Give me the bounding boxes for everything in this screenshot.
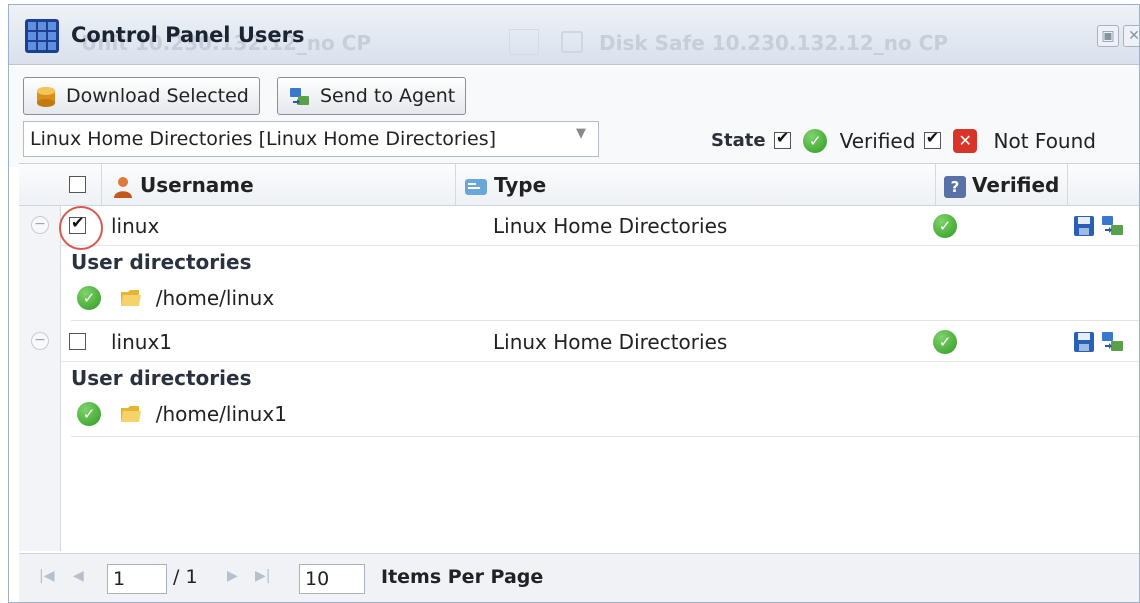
not-found-filter-label: Not Found <box>993 128 1096 153</box>
verified-check-icon: ✓ <box>933 214 957 238</box>
folder-icon <box>121 289 142 306</box>
title-bar: Unit 10.230.132.12_no CP Disk Safe 10.23… <box>9 5 1139 65</box>
items-per-page-input[interactable]: 10 <box>299 564 365 594</box>
database-icon <box>37 87 55 107</box>
window-title: Control Panel Users <box>71 23 305 47</box>
directory-item: ✓ /home/linux1 <box>77 400 287 430</box>
control-panel-type-value: Linux Home Directories [Linux Home Direc… <box>30 128 497 150</box>
row-username: linux1 <box>111 330 173 354</box>
directory-path: /home/linux <box>155 285 275 310</box>
row-username: linux <box>111 214 160 238</box>
verified-filter-label: Verified <box>839 128 916 153</box>
row-type: Linux Home Directories <box>493 214 728 238</box>
column-username-label: Username <box>140 173 254 197</box>
state-label: State <box>711 130 766 151</box>
control-panel-users-window: Unit 10.230.132.12_no CP Disk Safe 10.23… <box>8 4 1140 603</box>
chevron-down-icon[interactable]: ▼ <box>576 126 586 141</box>
folder-icon <box>121 405 142 422</box>
row-collapse-button[interactable]: − <box>31 332 49 350</box>
column-actions <box>1067 164 1139 206</box>
save-icon[interactable] <box>1073 215 1095 237</box>
row-collapse-button[interactable]: − <box>31 216 49 234</box>
control-panel-type-select[interactable]: Linux Home Directories [Linux Home Direc… <box>23 121 599 157</box>
check-icon: ✓ <box>77 401 101 426</box>
pagination-bar: |◀ ◀ 1 / 1 ▶ ▶| 10 Items Per Page <box>19 553 1139 602</box>
grid-app-icon <box>25 19 59 53</box>
previous-page-icon[interactable]: ◀ <box>73 568 84 584</box>
background-disk-icon <box>561 31 583 53</box>
row-type: Linux Home Directories <box>493 330 728 354</box>
verified-filter-checkbox[interactable] <box>773 128 791 149</box>
detail-title: User directories <box>71 250 252 274</box>
select-all-checkbox[interactable] <box>69 176 86 193</box>
close-button[interactable]: ✕ <box>1123 25 1139 47</box>
items-per-page-label: Items Per Page <box>381 566 544 588</box>
state-legend: State ✓ Verified ✕ Not Found <box>711 127 1096 155</box>
row-divider <box>71 436 1139 437</box>
not-found-filter-checkbox[interactable] <box>923 128 941 149</box>
background-combo <box>509 29 539 55</box>
page-total: / 1 <box>173 566 198 588</box>
column-type-label: Type <box>494 173 547 197</box>
column-verified[interactable]: ? Verified <box>935 164 1067 206</box>
column-type[interactable]: Type <box>455 164 935 206</box>
first-page-icon[interactable]: |◀ <box>39 568 54 584</box>
error-icon: ✕ <box>953 128 978 153</box>
send-icon[interactable] <box>1101 215 1125 237</box>
download-selected-label: Download Selected <box>66 85 249 107</box>
row-checkbox[interactable] <box>69 333 86 350</box>
last-page-icon[interactable]: ▶| <box>255 568 270 584</box>
maximize-button[interactable]: ▣ <box>1097 25 1119 47</box>
check-icon: ✓ <box>803 128 828 153</box>
next-page-icon[interactable]: ▶ <box>227 568 238 584</box>
type-icon <box>465 178 487 195</box>
background-disksafe-text: Disk Safe 10.230.132.12_no CP <box>599 31 948 55</box>
save-icon[interactable] <box>1073 331 1095 353</box>
agent-icon <box>290 88 309 105</box>
grid-header: Username Type ? Verified <box>19 164 1139 206</box>
send-to-agent-button[interactable]: Send to Agent <box>277 77 467 115</box>
download-selected-button[interactable]: Download Selected <box>23 77 260 115</box>
directory-path: /home/linux1 <box>155 401 287 426</box>
users-grid: Username Type ? Verified − linux Linux Ho… <box>19 163 1139 551</box>
column-verified-label: Verified <box>972 173 1060 197</box>
question-icon: ? <box>944 175 966 198</box>
table-row[interactable]: linux1 Linux Home Directories ✓ <box>61 322 1139 362</box>
toolbar: Download Selected Send to Agent Linux Ho… <box>9 67 1139 167</box>
highlight-circle <box>59 206 103 250</box>
row-divider <box>71 320 1139 321</box>
check-icon: ✓ <box>77 285 101 310</box>
page-number-input[interactable]: 1 <box>107 564 167 594</box>
table-row[interactable]: linux Linux Home Directories ✓ <box>61 206 1139 246</box>
send-icon[interactable] <box>1101 331 1125 353</box>
verified-check-icon: ✓ <box>933 330 957 354</box>
detail-title: User directories <box>71 366 252 390</box>
column-username[interactable]: Username <box>101 164 455 206</box>
send-to-agent-label: Send to Agent <box>320 85 456 107</box>
directory-item: ✓ /home/linux <box>77 284 274 314</box>
user-icon <box>114 176 132 198</box>
